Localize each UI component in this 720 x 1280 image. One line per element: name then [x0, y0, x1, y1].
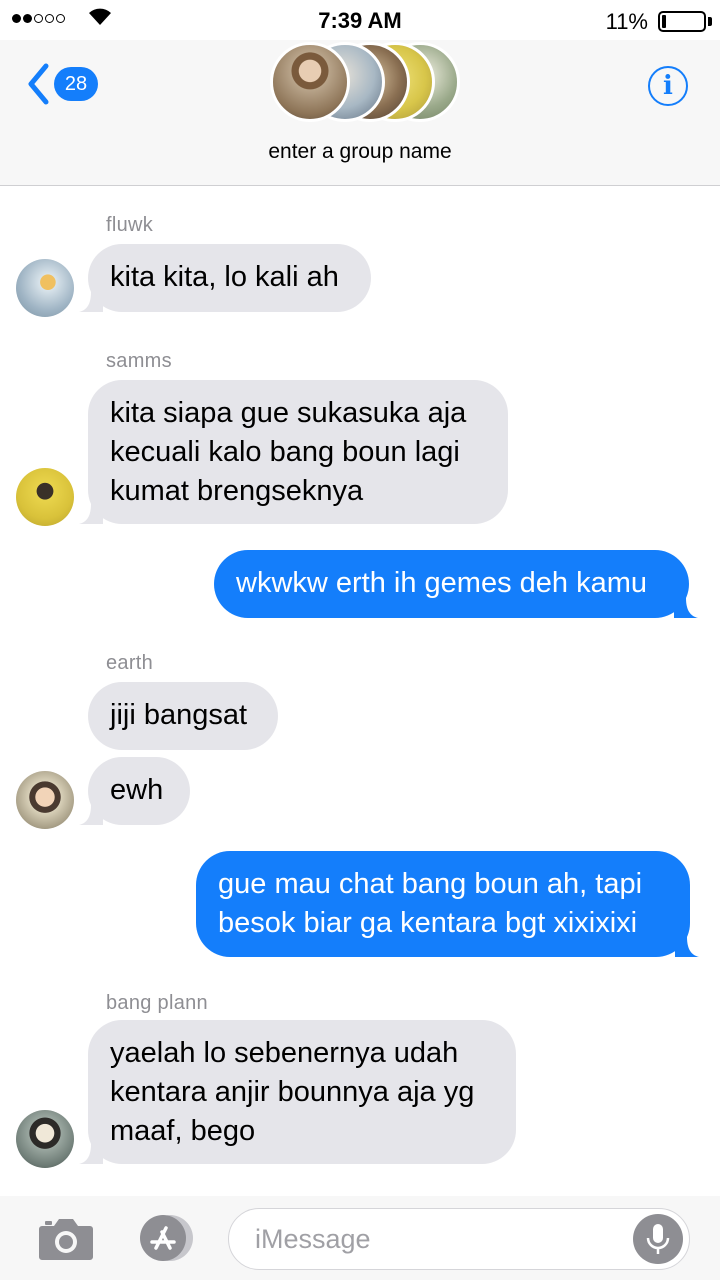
sender-avatar[interactable]: [16, 771, 74, 829]
bubble-tail: [79, 801, 103, 825]
back-button[interactable]: 28: [26, 62, 98, 106]
outgoing-message-bubble[interactable]: wkwkw erth ih gemes deh kamu: [214, 550, 698, 618]
message-list: fluwk kita kita, lo kali ah samms kita s…: [0, 186, 720, 1196]
message-text: wkwkw erth ih gemes deh kamu: [236, 567, 647, 599]
compose-bar: [0, 1196, 720, 1280]
group-avatar-main: [270, 42, 350, 122]
microphone-icon[interactable]: [633, 1214, 683, 1264]
message-input-field[interactable]: [228, 1208, 690, 1270]
incoming-message-bubble[interactable]: yaelah lo sebenernya udah kentara anjir …: [79, 1020, 516, 1164]
message-text: ewh: [110, 774, 164, 806]
message-text: gue mau chat bang boun ah, tapi besok bi…: [218, 868, 643, 939]
info-icon[interactable]: i: [648, 66, 688, 106]
incoming-message-bubble[interactable]: kita siapa gue sukasuka aja kecuali kalo…: [79, 380, 508, 524]
sender-avatar[interactable]: [16, 259, 74, 317]
sender-name: earth: [106, 652, 154, 674]
incoming-message-bubble[interactable]: ewh: [79, 757, 190, 825]
chevron-left-icon: [28, 63, 49, 105]
message-text: kita kita, lo kali ah: [110, 261, 339, 293]
conversation-header: 28 enter a group name i: [0, 40, 720, 186]
status-bar: 7:39 AM 11%: [0, 0, 720, 40]
app-store-icon[interactable]: [130, 1214, 196, 1262]
group-name-label[interactable]: enter a group name: [0, 140, 720, 164]
sender-avatar[interactable]: [16, 1110, 74, 1168]
message-input[interactable]: [253, 1209, 627, 1269]
bubble-tail: [675, 933, 699, 957]
message-text: kita siapa gue sukasuka aja kecuali kalo…: [110, 397, 467, 507]
incoming-message-bubble[interactable]: jiji bangsat: [88, 682, 278, 750]
incoming-message-bubble[interactable]: kita kita, lo kali ah: [79, 244, 371, 312]
message-text: yaelah lo sebenernya udah kentara anjir …: [110, 1037, 475, 1147]
sender-name: samms: [106, 350, 172, 372]
sender-name: fluwk: [106, 214, 154, 236]
group-avatars[interactable]: [270, 42, 460, 124]
bubble-tail: [79, 288, 103, 312]
camera-icon[interactable]: [38, 1216, 94, 1262]
bubble-tail: [79, 1140, 103, 1164]
sender-name: bang plann: [106, 992, 208, 1014]
message-text: jiji bangsat: [110, 699, 248, 731]
sender-avatar[interactable]: [16, 468, 74, 526]
battery-percent: 11%: [605, 9, 648, 34]
bubble-tail: [79, 500, 103, 524]
bubble-tail: [674, 594, 698, 618]
battery-icon: [658, 11, 706, 32]
unread-count-badge: 28: [54, 67, 98, 101]
battery-tip: [708, 17, 712, 26]
outgoing-message-bubble[interactable]: gue mau chat bang boun ah, tapi besok bi…: [196, 851, 699, 957]
